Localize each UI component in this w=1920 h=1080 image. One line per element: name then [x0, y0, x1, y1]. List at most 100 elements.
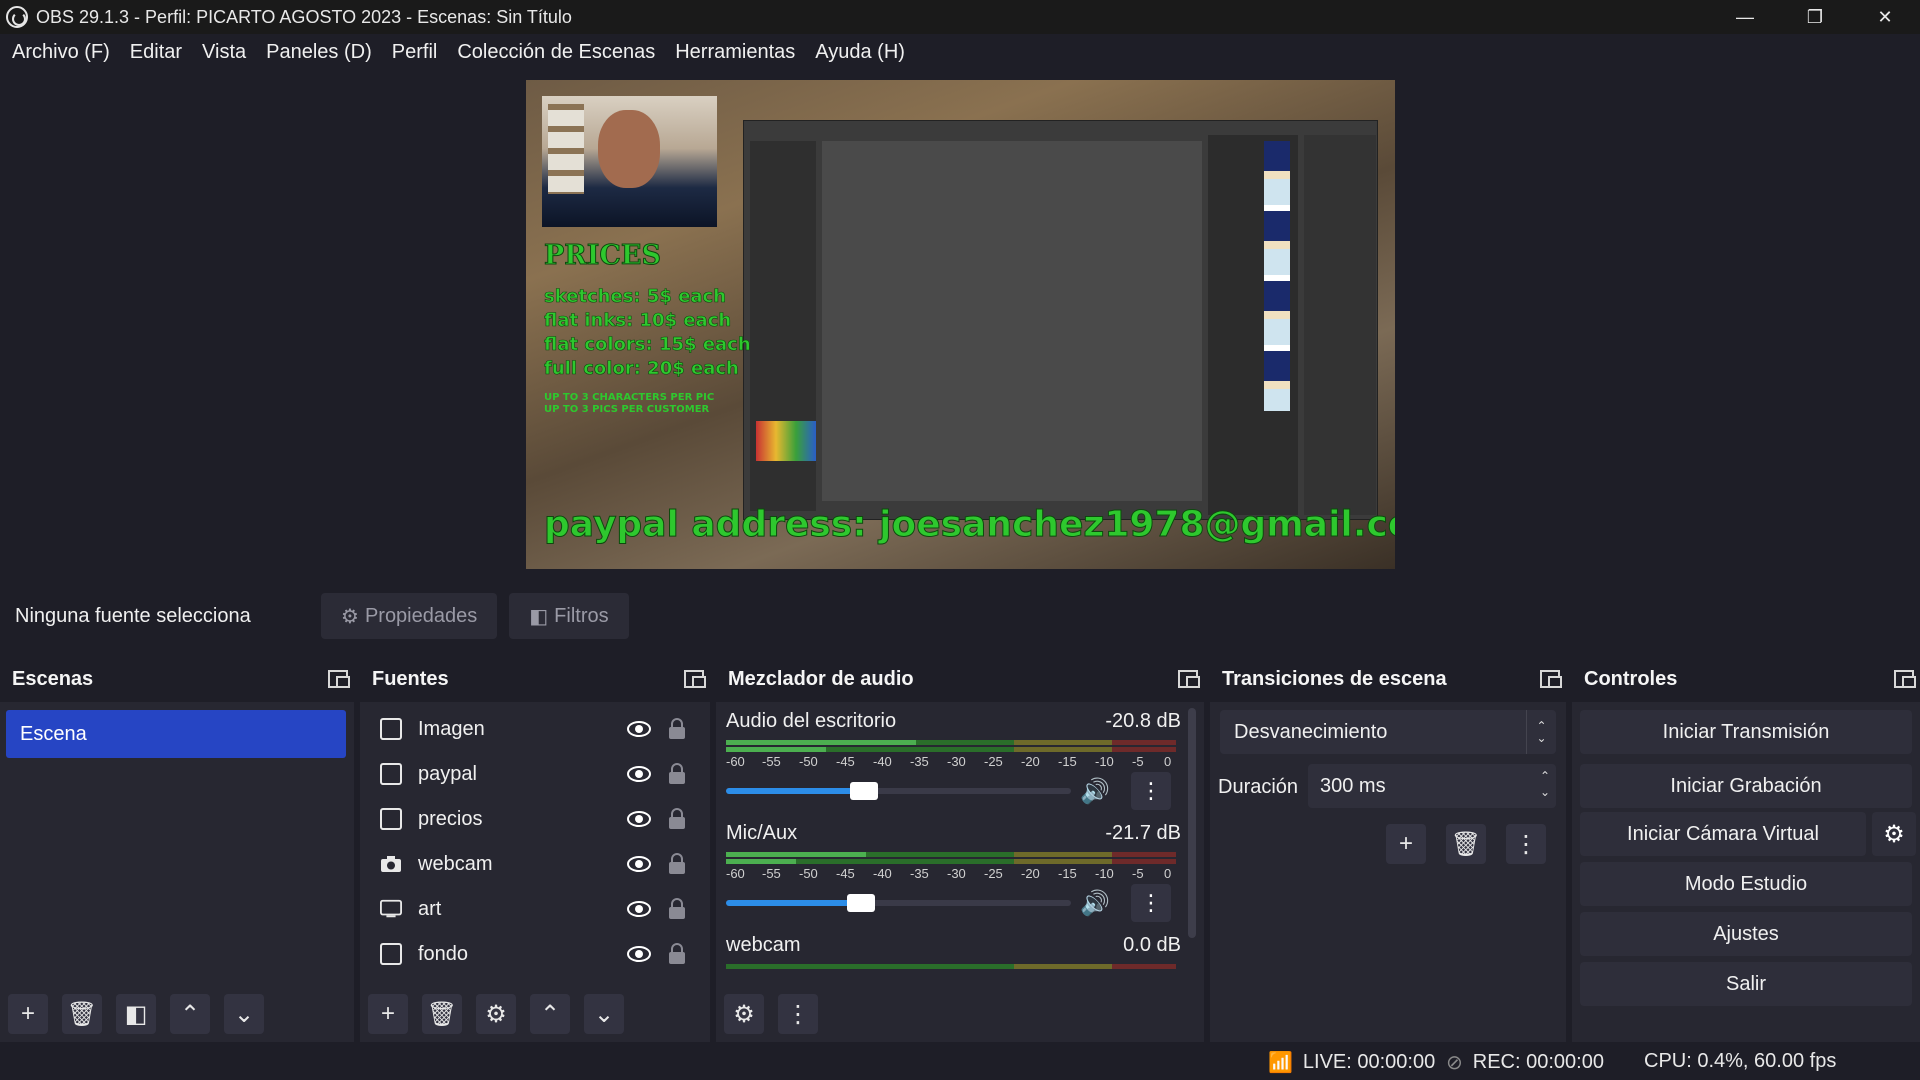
menu-tools[interactable]: Herramientas [665, 34, 805, 70]
gears-icon: ⚙ [733, 1000, 755, 1028]
menu-file[interactable]: Archivo (F) [2, 34, 120, 70]
webcam-feed [542, 96, 717, 227]
start-stream-button[interactable]: Iniciar Transmisión [1580, 710, 1912, 754]
eye-icon[interactable] [626, 896, 652, 922]
duration-spinbox[interactable]: 300 ms ⌃ ⌄ [1308, 764, 1556, 808]
virtual-camera-settings-button[interactable]: ⚙ [1872, 812, 1916, 856]
move-source-down-button[interactable]: ⌄ [584, 994, 624, 1034]
source-item-art[interactable]: art [368, 888, 702, 930]
program-preview[interactable]: PRICES sketches: 5$ each flat inks: 10$ … [526, 80, 1395, 569]
menu-profile[interactable]: Perfil [382, 34, 448, 70]
source-item-fondo[interactable]: fondo [368, 933, 702, 975]
eye-icon[interactable] [626, 851, 652, 877]
speaker-icon[interactable]: 🔊 [1078, 776, 1112, 806]
source-name: paypal [418, 762, 477, 785]
no-source-label: Ninguna fuente selecciona [15, 604, 251, 627]
volume-slider-handle[interactable] [847, 894, 875, 912]
updown-icon[interactable]: ⌃ ⌄ [1540, 768, 1550, 800]
source-item-imagen[interactable]: Imagen [368, 708, 702, 750]
art-capture-window [743, 120, 1378, 520]
exit-button[interactable]: Salir [1580, 962, 1912, 1006]
start-record-button[interactable]: Iniciar Grabación [1580, 764, 1912, 808]
move-scene-down-button[interactable]: ⌄ [224, 994, 264, 1034]
remove-transition-button[interactable]: 🗑 [1446, 824, 1486, 864]
meter-scale: -60 -55 -50 -45 -40 -35 -30 -25 -20 -15 -10 -5 0 [726, 866, 1172, 881]
preview-area[interactable]: PRICES sketches: 5$ each flat inks: 10$ … [0, 70, 1920, 580]
image-icon [380, 808, 402, 830]
updown-icon: ⌃ ⌄ [1526, 710, 1556, 754]
chevron-down-icon: ⌄ [593, 1000, 615, 1028]
eye-icon[interactable] [626, 941, 652, 967]
eye-icon[interactable] [626, 806, 652, 832]
lock-icon[interactable] [666, 896, 688, 922]
virtual-camera-button[interactable]: Iniciar Cámara Virtual [1580, 812, 1866, 856]
transition-menu-button[interactable]: ⋮ [1506, 824, 1546, 864]
rec-status: ⊘ REC: 00:00:00 [1446, 1050, 1604, 1075]
undock-icon[interactable] [328, 670, 350, 688]
close-button[interactable]: ✕ [1850, 0, 1920, 34]
menu-view[interactable]: Vista [192, 34, 256, 70]
eye-icon[interactable] [626, 761, 652, 787]
lock-icon[interactable] [666, 941, 688, 967]
move-source-up-button[interactable]: ⌃ [530, 994, 570, 1034]
mixer-body: Audio del escritorio -20.8 dB -60 -55 -50-… [716, 702, 1204, 1042]
menu-edit[interactable]: Editar [120, 34, 192, 70]
advanced-audio-button[interactable]: ⚙ [724, 994, 764, 1034]
speaker-icon[interactable]: 🔊 [1078, 888, 1112, 918]
scenes-title: Escenas [12, 667, 94, 690]
filters-button[interactable]: ◧ Filtros [509, 593, 629, 639]
menu-docks[interactable]: Paneles (D) [256, 34, 382, 70]
lock-icon[interactable] [666, 851, 688, 877]
volume-slider-handle[interactable] [850, 782, 878, 800]
add-source-button[interactable]: + [368, 994, 408, 1034]
menu-scene-collection[interactable]: Colección de Escenas [447, 34, 665, 70]
image-icon [380, 718, 402, 740]
channel-menu-button[interactable]: ⋮ [1131, 772, 1171, 810]
volume-slider[interactable] [726, 782, 1071, 800]
paypal-address: paypal address: joesanchez1978@gmail.com [543, 504, 1395, 546]
properties-button[interactable]: ⚙ Propiedades [321, 593, 498, 639]
menu-bar: Archivo (F) Editar Vista Paneles (D) Per… [0, 34, 1920, 70]
undock-icon[interactable] [1540, 670, 1562, 688]
studio-mode-button[interactable]: Modo Estudio [1580, 862, 1912, 906]
undock-icon[interactable] [1894, 670, 1916, 688]
add-scene-button[interactable]: + [8, 994, 48, 1034]
eye-icon[interactable] [626, 716, 652, 742]
controls-body: Iniciar Transmisión Iniciar Grabación In… [1572, 702, 1920, 1042]
volume-slider[interactable] [726, 894, 1071, 912]
scene-filters-button[interactable]: ◧ [116, 994, 156, 1034]
mixer-menu-button[interactable]: ⋮ [778, 994, 818, 1034]
scenes-list: Escena + 🗑 ◧ ⌃ ⌄ [0, 702, 354, 1042]
image-icon [380, 943, 402, 965]
duration-label: Duración [1218, 776, 1299, 798]
lock-icon[interactable] [666, 716, 688, 742]
undock-icon[interactable] [684, 670, 706, 688]
remove-source-button[interactable]: 🗑 [422, 994, 462, 1034]
source-properties-button[interactable]: ⚙ [476, 994, 516, 1034]
scene-item[interactable]: Escena [6, 710, 346, 758]
source-item-paypal[interactable]: paypal [368, 753, 702, 795]
channel-menu-button[interactable]: ⋮ [1131, 884, 1171, 922]
settings-button[interactable]: Ajustes [1580, 912, 1912, 956]
lock-icon[interactable] [666, 806, 688, 832]
add-transition-button[interactable]: + [1386, 824, 1426, 864]
volume-fill [726, 900, 861, 906]
minimize-button[interactable]: — [1710, 0, 1780, 34]
gear-icon: ⚙ [485, 1000, 507, 1028]
undock-icon[interactable] [1178, 670, 1200, 688]
maximize-button[interactable]: ❐ [1780, 0, 1850, 34]
mixer-scrollbar[interactable] [1188, 708, 1196, 938]
transition-select[interactable]: Desvanecimiento ⌃ ⌄ [1220, 710, 1556, 754]
lock-icon[interactable] [666, 761, 688, 787]
filters-label: Filtros [554, 604, 609, 627]
source-item-webcam[interactable]: webcam [368, 843, 702, 885]
move-scene-up-button[interactable]: ⌃ [170, 994, 210, 1034]
remove-scene-button[interactable]: 🗑 [62, 994, 102, 1034]
filter-icon: ◧ [529, 605, 549, 628]
volume-meter [726, 740, 1176, 752]
source-item-precios[interactable]: precios [368, 798, 702, 840]
menu-help[interactable]: Ayuda (H) [805, 34, 915, 70]
gear-icon: ⚙ [1883, 820, 1905, 848]
sources-dock: Fuentes Imagen paypal precios webcam art… [360, 656, 710, 1042]
obs-logo-icon [6, 6, 28, 28]
